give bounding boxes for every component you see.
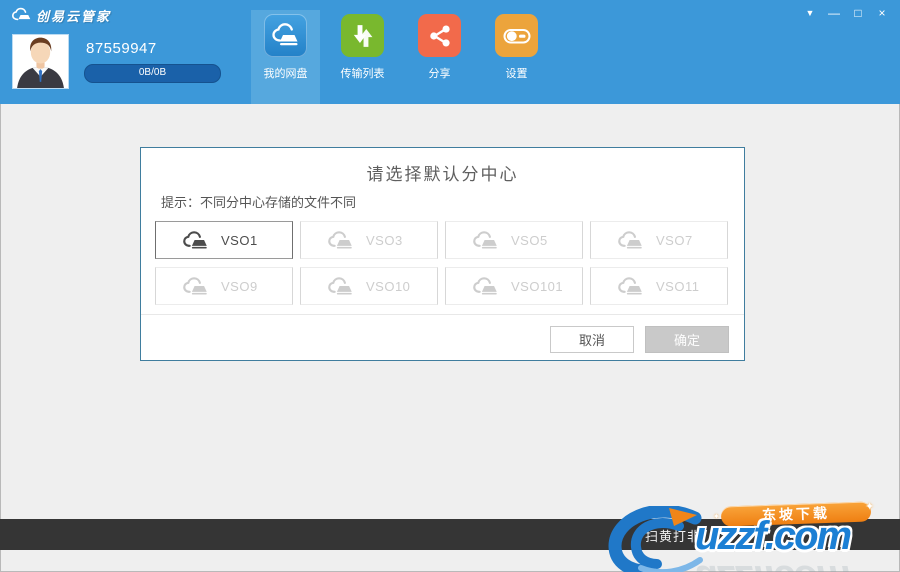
footer-bar: 扫黄打非 (0, 519, 900, 550)
vso-label: VSO11 (656, 278, 700, 294)
cloud-icon (472, 276, 499, 296)
vso-option-vso5[interactable]: VSO5 (445, 221, 583, 259)
vso-label: VSO3 (366, 232, 403, 248)
dialog-title: 请选择默认分中心 (366, 165, 519, 184)
user-id: 87559947 (86, 40, 157, 57)
window-controls: ▼ — □ × (798, 3, 894, 23)
vso-label: VSO7 (656, 232, 693, 248)
storage-usage-text: 0B/0B (138, 67, 167, 78)
dialog-separator (141, 314, 744, 315)
cancel-button[interactable]: 取消 (550, 326, 634, 353)
close-icon[interactable]: × (870, 3, 894, 23)
transfer-arrows-icon (341, 14, 384, 57)
storage-progress-bar: 0B/0B (84, 64, 221, 83)
dialog-hint: 提示：不同分中心存储的文件不同 (161, 195, 357, 210)
watermark-site-reflection: uzzf.com (695, 556, 850, 572)
tab-label: 我的网盘 (263, 68, 308, 80)
vso-options-grid: VSO1 VSO3 VSO5 VSO7 VSO9 VSO10 VSO101 VS… (155, 221, 728, 305)
cloud-icon (617, 276, 644, 296)
vso-label: VSO9 (221, 278, 258, 294)
cloud-icon (182, 276, 209, 296)
sparkle-icon: ✦ (865, 501, 875, 513)
header: 创易云管家 ▼ — □ × 87559947 0B/0B 我的网盘 传输列表 分… (0, 0, 900, 104)
tab-settings[interactable]: 设置 (482, 10, 551, 104)
maximize-icon[interactable]: □ (846, 3, 870, 23)
minimize-icon[interactable]: — (822, 3, 846, 23)
vso-label: VSO10 (366, 278, 411, 294)
vso-option-vso1[interactable]: VSO1 (155, 221, 293, 259)
tab-label: 分享 (428, 68, 451, 80)
cloud-icon (327, 230, 354, 250)
cloud-drive-icon (264, 14, 307, 57)
vso-label: VSO5 (511, 232, 548, 248)
tab-label: 传输列表 (340, 68, 385, 80)
toolbar: 我的网盘 传输列表 分享 设置 (251, 10, 559, 104)
tab-my-drive[interactable]: 我的网盘 (251, 10, 320, 104)
vso-option-vso3[interactable]: VSO3 (300, 221, 438, 259)
vso-label: VSO1 (221, 232, 258, 248)
tab-label: 设置 (505, 68, 528, 80)
vso-label: VSO101 (511, 278, 564, 294)
app-title: 创易云管家 (36, 9, 112, 24)
share-nodes-icon (418, 14, 461, 57)
vso-option-vso10[interactable]: VSO10 (300, 267, 438, 305)
menu-arrow-icon[interactable]: ▼ (798, 3, 822, 23)
vso-option-vso101[interactable]: VSO101 (445, 267, 583, 305)
app-window: 创易云管家 ▼ — □ × 87559947 0B/0B 我的网盘 传输列表 分… (0, 0, 900, 572)
anti-piracy-link[interactable]: 扫黄打非 (645, 526, 701, 545)
vso-option-vso9[interactable]: VSO9 (155, 267, 293, 305)
cloud-icon (327, 276, 354, 296)
select-center-dialog: 请选择默认分中心 提示：不同分中心存储的文件不同 VSO1 VSO3 VSO5 (140, 147, 745, 361)
vso-option-vso11[interactable]: VSO11 (590, 267, 728, 305)
toggle-switch-icon (495, 14, 538, 57)
cloud-icon (472, 230, 499, 250)
user-avatar[interactable] (13, 35, 68, 88)
cloud-icon (617, 230, 644, 250)
confirm-button[interactable]: 确定 (645, 326, 729, 353)
vso-option-vso7[interactable]: VSO7 (590, 221, 728, 259)
cloud-icon (182, 230, 209, 250)
tab-transfer-list[interactable]: 传输列表 (328, 10, 397, 104)
tab-share[interactable]: 分享 (405, 10, 474, 104)
app-logo-cloud-icon (11, 7, 33, 23)
